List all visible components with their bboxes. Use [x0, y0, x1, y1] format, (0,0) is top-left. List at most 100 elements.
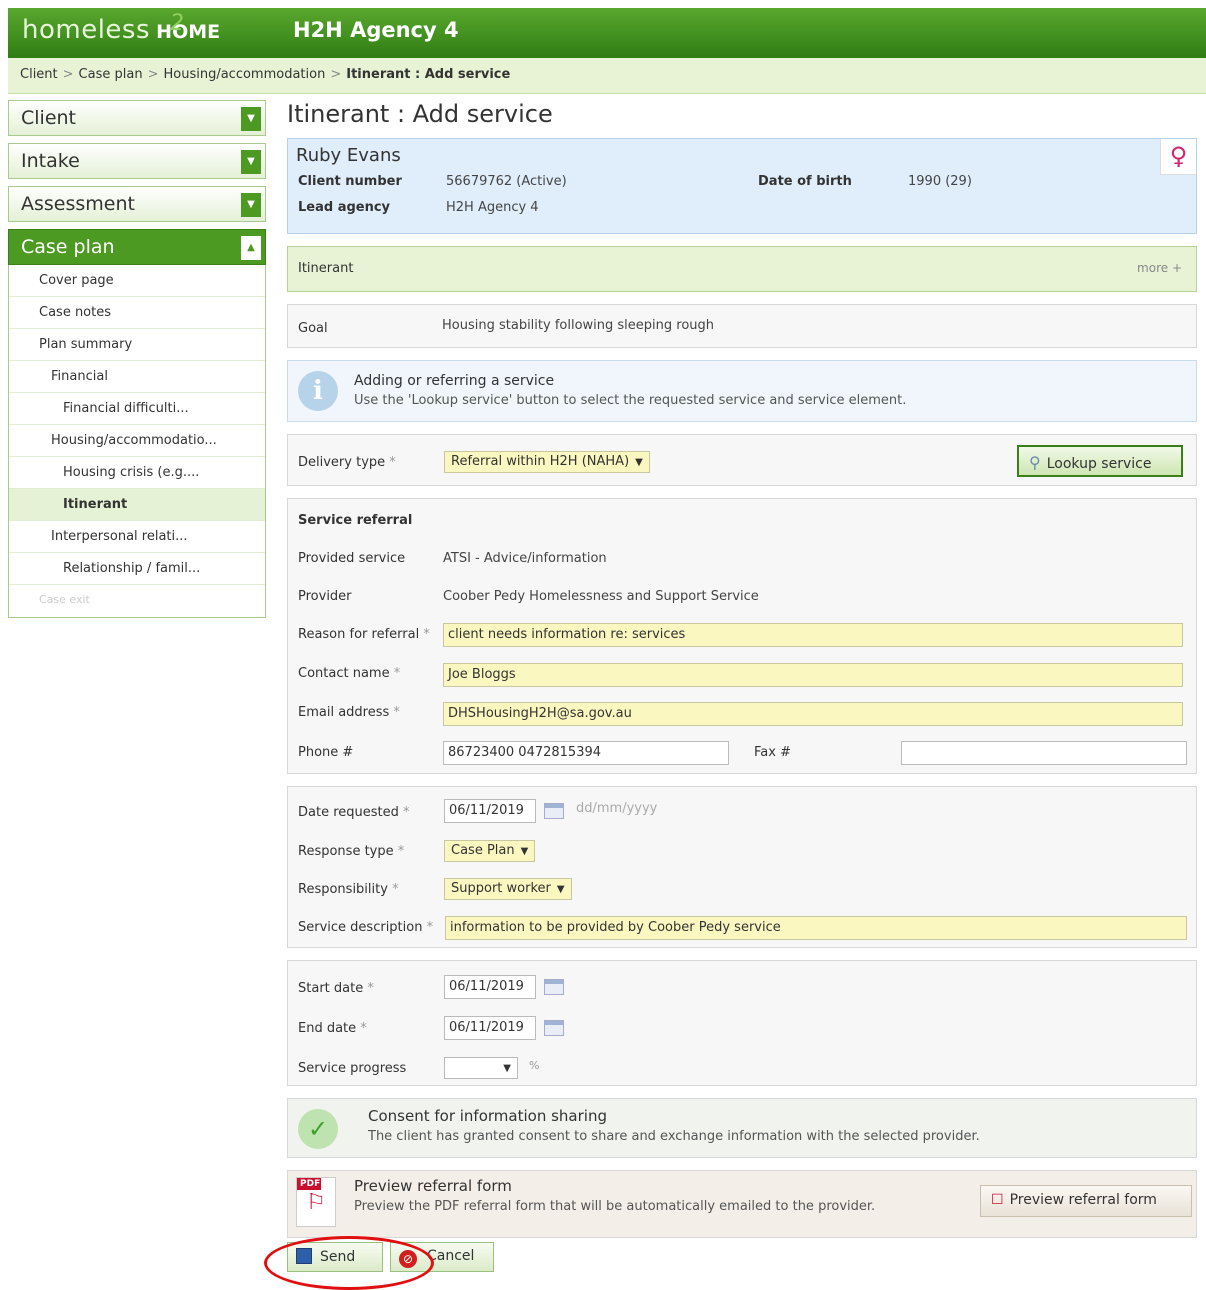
agency-name: H2H Agency 4 — [293, 18, 459, 42]
contact-name-label: Contact name * — [298, 666, 401, 681]
goal-label: Goal — [298, 321, 328, 336]
logo-mark: 2 — [170, 11, 184, 36]
section-label: Intake — [21, 150, 80, 172]
client-name[interactable]: Ruby Evans — [296, 145, 1188, 166]
lead-agency-value: H2H Agency 4 — [446, 200, 539, 215]
client-summary: Ruby Evans ♀ Client number 56679762 (Act… — [287, 138, 1197, 234]
email-label: Email address * — [298, 705, 400, 720]
sidebar-item-interpersonal[interactable]: Interpersonal relati... — [9, 521, 265, 553]
section-label: Case plan — [21, 236, 115, 258]
preview-heading: Preview referral form — [354, 1177, 512, 1195]
dob-value: 1990 (29) — [908, 174, 972, 189]
pdf-icon-label: PDF — [297, 1178, 321, 1190]
preview-referral-form-button[interactable]: ☐ Preview referral form — [980, 1185, 1192, 1217]
email-input[interactable]: DHSHousingH2H@sa.gov.au — [443, 702, 1183, 726]
client-number: 56679762 (Active) — [446, 174, 567, 189]
delivery-panel: Delivery type * Referral within H2H (NAH… — [287, 434, 1197, 486]
breadcrumb-current: Itinerant : Add service — [346, 67, 511, 82]
logo-text-home: HOME — [156, 21, 221, 43]
goal-panel: Goal Housing stability following sleepin… — [287, 304, 1197, 348]
start-date-label: Start date * — [298, 981, 374, 996]
preview-panel: PDF ⚐ Preview referral form Preview the … — [287, 1170, 1197, 1238]
provider-label: Provider — [298, 589, 352, 604]
service-description-input[interactable]: information to be provided by Coober Ped… — [445, 916, 1187, 940]
response-type-select[interactable]: Case Plan ▼ — [444, 840, 536, 862]
breadcrumb-separator: > — [330, 67, 342, 82]
delivery-type-select[interactable]: Referral within H2H (NAHA) ▼ — [444, 451, 650, 473]
calendar-icon[interactable] — [544, 803, 564, 819]
chevron-down-icon[interactable]: ▼ — [241, 193, 261, 217]
dob-label: Date of birth — [758, 174, 852, 189]
calendar-icon[interactable] — [544, 979, 564, 995]
sidebar-item-relationship[interactable]: Relationship / famil... — [9, 553, 265, 585]
contact-name-input[interactable]: Joe Bloggs — [443, 663, 1183, 687]
sidebar-item-housing-crisis[interactable]: Housing crisis (e.g.... — [9, 457, 265, 489]
sidebar-section-intake[interactable]: Intake ▼ — [8, 143, 266, 179]
breadcrumb-client[interactable]: Client — [20, 67, 58, 82]
responsibility-label: Responsibility * — [298, 882, 399, 897]
breadcrumb: Client > Case plan > Housing/accommodation > I… — [8, 58, 1206, 94]
info-panel: i Adding or referring a service Use the … — [287, 360, 1197, 422]
consent-heading: Consent for information sharing — [368, 1107, 607, 1125]
sidebar-item-financial-difficulties[interactable]: Financial difficulti... — [9, 393, 265, 425]
date-requested-input[interactable]: 06/11/2019 — [444, 799, 536, 823]
case-plan-nav: Cover page Case notes Plan summary Finan… — [8, 265, 266, 618]
sidebar-section-case-plan[interactable]: Case plan ▲ — [8, 229, 266, 265]
app-header: homeless 2 HOME H2H Agency 4 — [8, 8, 1206, 58]
fax-input[interactable] — [901, 741, 1187, 765]
plan-item-header: Itinerant more + — [287, 246, 1197, 292]
sidebar-item-case-notes[interactable]: Case notes — [9, 297, 265, 329]
provided-service-value: ATSI - Advice/information — [443, 551, 607, 566]
dates-panel: Start date * 06/11/2019 End date * 06/11… — [287, 960, 1197, 1086]
sidebar-section-client[interactable]: Client ▼ — [8, 100, 266, 136]
date-requested-label: Date requested * — [298, 805, 410, 820]
sidebar-section-assessment[interactable]: Assessment ▼ — [8, 186, 266, 222]
pdf-icon: PDF ⚐ — [296, 1177, 336, 1227]
female-icon: ♀ — [1160, 139, 1196, 175]
responsibility-select[interactable]: Support worker ▼ — [444, 878, 572, 900]
sidebar-item-financial[interactable]: Financial — [9, 361, 265, 393]
fax-label: Fax # — [754, 745, 791, 760]
lookup-service-button[interactable]: ⚲ Lookup service — [1017, 445, 1183, 477]
goal-value: Housing stability following sleeping rou… — [442, 318, 715, 333]
client-number-label: Client number — [298, 174, 402, 189]
phone-input[interactable]: 86723400 0472815394 — [443, 741, 729, 765]
sidebar-item-case-exit: Case exit — [39, 593, 90, 606]
breadcrumb-housing[interactable]: Housing/accommodation — [163, 67, 325, 82]
main-content: Itinerant : Add service Ruby Evans ♀ Cli… — [287, 100, 1197, 1250]
start-date-input[interactable]: 06/11/2019 — [444, 975, 536, 999]
sidebar-item-housing[interactable]: Housing/accommodatio... — [9, 425, 265, 457]
service-referral-panel: Service referral Provided service ATSI -… — [287, 498, 1197, 774]
sidebar-item-itinerant[interactable]: Itinerant — [9, 489, 265, 521]
more-link[interactable]: more + — [1137, 261, 1182, 275]
chevron-up-icon[interactable]: ▲ — [241, 236, 261, 260]
plan-item-title: Itinerant — [298, 261, 354, 276]
service-description-label: Service description * — [298, 920, 434, 935]
consent-text: The client has granted consent to share … — [368, 1129, 980, 1144]
consent-panel: ✓ Consent for information sharing The cl… — [287, 1098, 1197, 1158]
service-progress-select[interactable]: ▼ — [444, 1057, 518, 1079]
reason-input[interactable]: client needs information re: services — [443, 623, 1183, 647]
app-logo[interactable]: homeless 2 HOME — [22, 11, 221, 45]
sidebar-item-plan-summary[interactable]: Plan summary — [9, 329, 265, 361]
info-icon: i — [298, 371, 338, 411]
calendar-icon[interactable] — [544, 1020, 564, 1036]
percent-unit: % — [529, 1059, 540, 1072]
end-date-input[interactable]: 06/11/2019 — [444, 1016, 536, 1040]
chevron-down-icon[interactable]: ▼ — [241, 150, 261, 174]
request-panel: Date requested * 06/11/2019 dd/mm/yyyy R… — [287, 786, 1197, 948]
info-heading: Adding or referring a service — [354, 373, 555, 389]
logo-text-homeless: homeless — [22, 15, 151, 45]
breadcrumb-case-plan[interactable]: Case plan — [79, 67, 143, 82]
info-text: Use the 'Lookup service' button to selec… — [354, 393, 907, 408]
delivery-type-label: Delivery type * — [298, 455, 396, 470]
service-referral-heading: Service referral — [298, 513, 413, 528]
phone-label: Phone # — [298, 745, 354, 760]
chevron-down-icon[interactable]: ▼ — [241, 107, 261, 131]
pdf-icon: ☐ — [991, 1192, 1004, 1208]
section-label: Assessment — [21, 193, 135, 215]
page-title: Itinerant : Add service — [287, 100, 553, 128]
date-format-hint: dd/mm/yyyy — [576, 801, 658, 816]
sidebar-item-cover-page[interactable]: Cover page — [9, 265, 265, 297]
section-label: Client — [21, 107, 77, 129]
